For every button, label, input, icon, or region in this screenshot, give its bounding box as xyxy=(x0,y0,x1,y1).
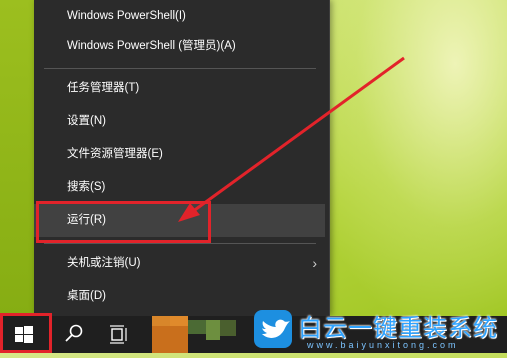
menu-separator xyxy=(44,68,316,69)
pixelated-app-icon xyxy=(188,320,206,334)
menu-item-desktop[interactable]: 桌面(D) xyxy=(34,280,329,313)
menu-item-task-manager[interactable]: 任务管理器(T) xyxy=(34,72,329,105)
pixelated-app-icon xyxy=(206,320,220,340)
start-button[interactable] xyxy=(0,316,48,353)
menu-item-label: 设置(N) xyxy=(67,115,106,127)
menu-item-file-explorer[interactable]: 文件资源管理器(E) xyxy=(34,138,329,171)
menu-item-settings[interactable]: 设置(N) xyxy=(34,105,329,138)
watermark-url: www.baiyunxitong.com xyxy=(307,340,459,350)
pixelated-app-icon xyxy=(170,316,188,326)
search-icon xyxy=(65,324,83,342)
menu-item-label: 文件资源管理器(E) xyxy=(67,148,163,160)
pixelated-app-icon xyxy=(220,320,236,336)
menu-item-powershell[interactable]: Windows PowerShell(I) xyxy=(34,0,329,33)
chevron-right-icon: › xyxy=(312,255,317,271)
menu-item-label: Windows PowerShell(I) xyxy=(67,10,186,22)
menu-item-label: Windows PowerShell (管理员)(A) xyxy=(67,40,236,52)
windows-logo-icon xyxy=(15,326,33,343)
menu-item-search[interactable]: 搜索(S) xyxy=(34,171,329,204)
menu-item-label: 任务管理器(T) xyxy=(67,82,140,94)
watermark-text: 白云一键重装系统 xyxy=(298,315,498,342)
menu-item-label: 搜索(S) xyxy=(67,181,106,193)
pixelated-app-icon xyxy=(152,316,170,326)
bird-logo-icon xyxy=(254,310,292,348)
pixelated-app-icon xyxy=(152,326,188,353)
menu-item-label: 运行(R) xyxy=(67,214,106,226)
menu-separator xyxy=(44,243,316,244)
desktop-glow xyxy=(300,0,507,320)
menu-item-label: 关机或注销(U) xyxy=(67,257,141,269)
menu-item-label: 桌面(D) xyxy=(67,290,106,302)
menu-item-run[interactable]: 运行(R) xyxy=(34,204,325,237)
winx-context-menu: Windows PowerShell(I) Windows PowerShell… xyxy=(34,0,330,316)
menu-item-powershell-admin[interactable]: Windows PowerShell (管理员)(A) xyxy=(34,30,329,63)
menu-item-shutdown[interactable]: 关机或注销(U) › xyxy=(34,247,329,280)
desktop-wallpaper-strip xyxy=(0,0,34,316)
task-view-button[interactable] xyxy=(100,316,136,353)
taskbar-search-button[interactable] xyxy=(56,316,92,353)
task-view-icon xyxy=(110,325,127,344)
